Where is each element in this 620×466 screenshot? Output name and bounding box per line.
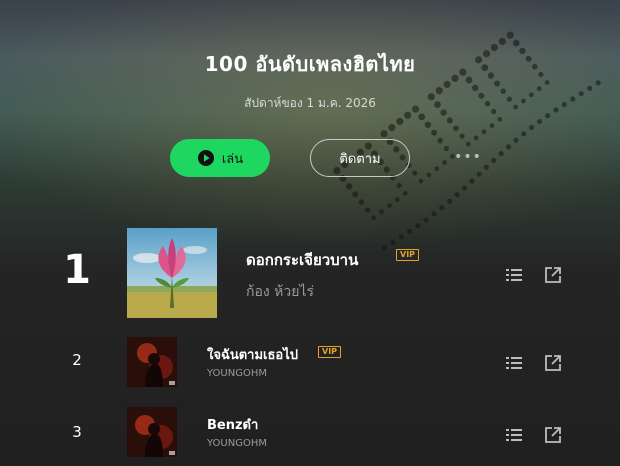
track-artist[interactable]: ก้อง ห้วยไร่: [246, 281, 314, 303]
follow-button[interactable]: ติดตาม: [310, 139, 410, 177]
vip-badge: VIP: [396, 249, 420, 261]
share-icon[interactable]: [544, 266, 562, 284]
track-rank: 2: [72, 351, 82, 369]
vip-badge: VIP: [318, 346, 342, 358]
more-icon[interactable]: •••: [454, 149, 481, 165]
track-title[interactable]: ใจฉันตามเธอไป: [207, 344, 298, 365]
track-artist[interactable]: YOUNGOHM: [207, 368, 267, 379]
track-row-3[interactable]: 3 Benzดำ YOUNGOHM: [0, 404, 620, 460]
track-row-2[interactable]: 2 ใจฉันตามเธอไป VIP YOUNGOHM: [0, 334, 620, 390]
share-icon[interactable]: [544, 426, 562, 444]
page-subtitle: สัปดาห์ของ 1 ม.ค. 2026: [244, 96, 376, 110]
queue-icon[interactable]: [505, 266, 523, 284]
track-row-1[interactable]: 1 ดอกกระเจียวบาน VIP ก้อง ห้วยไร่: [0, 222, 620, 322]
queue-icon[interactable]: [505, 354, 523, 372]
track-title[interactable]: ดอกกระเจียวบาน: [246, 248, 358, 272]
album-cover[interactable]: [127, 228, 217, 318]
album-cover[interactable]: [127, 407, 177, 457]
play-icon: [197, 149, 215, 167]
track-rank: 3: [72, 423, 82, 441]
share-icon[interactable]: [544, 354, 562, 372]
page-title: 100 อันดับเพลงฮิตไทย: [204, 52, 416, 76]
chart-badge-artwork: [333, 31, 601, 251]
track-rank: 1: [63, 247, 91, 293]
play-button[interactable]: เล่น: [170, 139, 270, 177]
album-cover[interactable]: [127, 337, 177, 387]
chart-page: 100 อันดับเพลงฮิตไทย สัปดาห์ของ 1 ม.ค. 2…: [0, 0, 620, 466]
track-title[interactable]: Benzดำ: [207, 414, 258, 435]
queue-icon[interactable]: [505, 426, 523, 444]
track-artist[interactable]: YOUNGOHM: [207, 438, 267, 449]
play-button-label: เล่น: [221, 151, 244, 167]
